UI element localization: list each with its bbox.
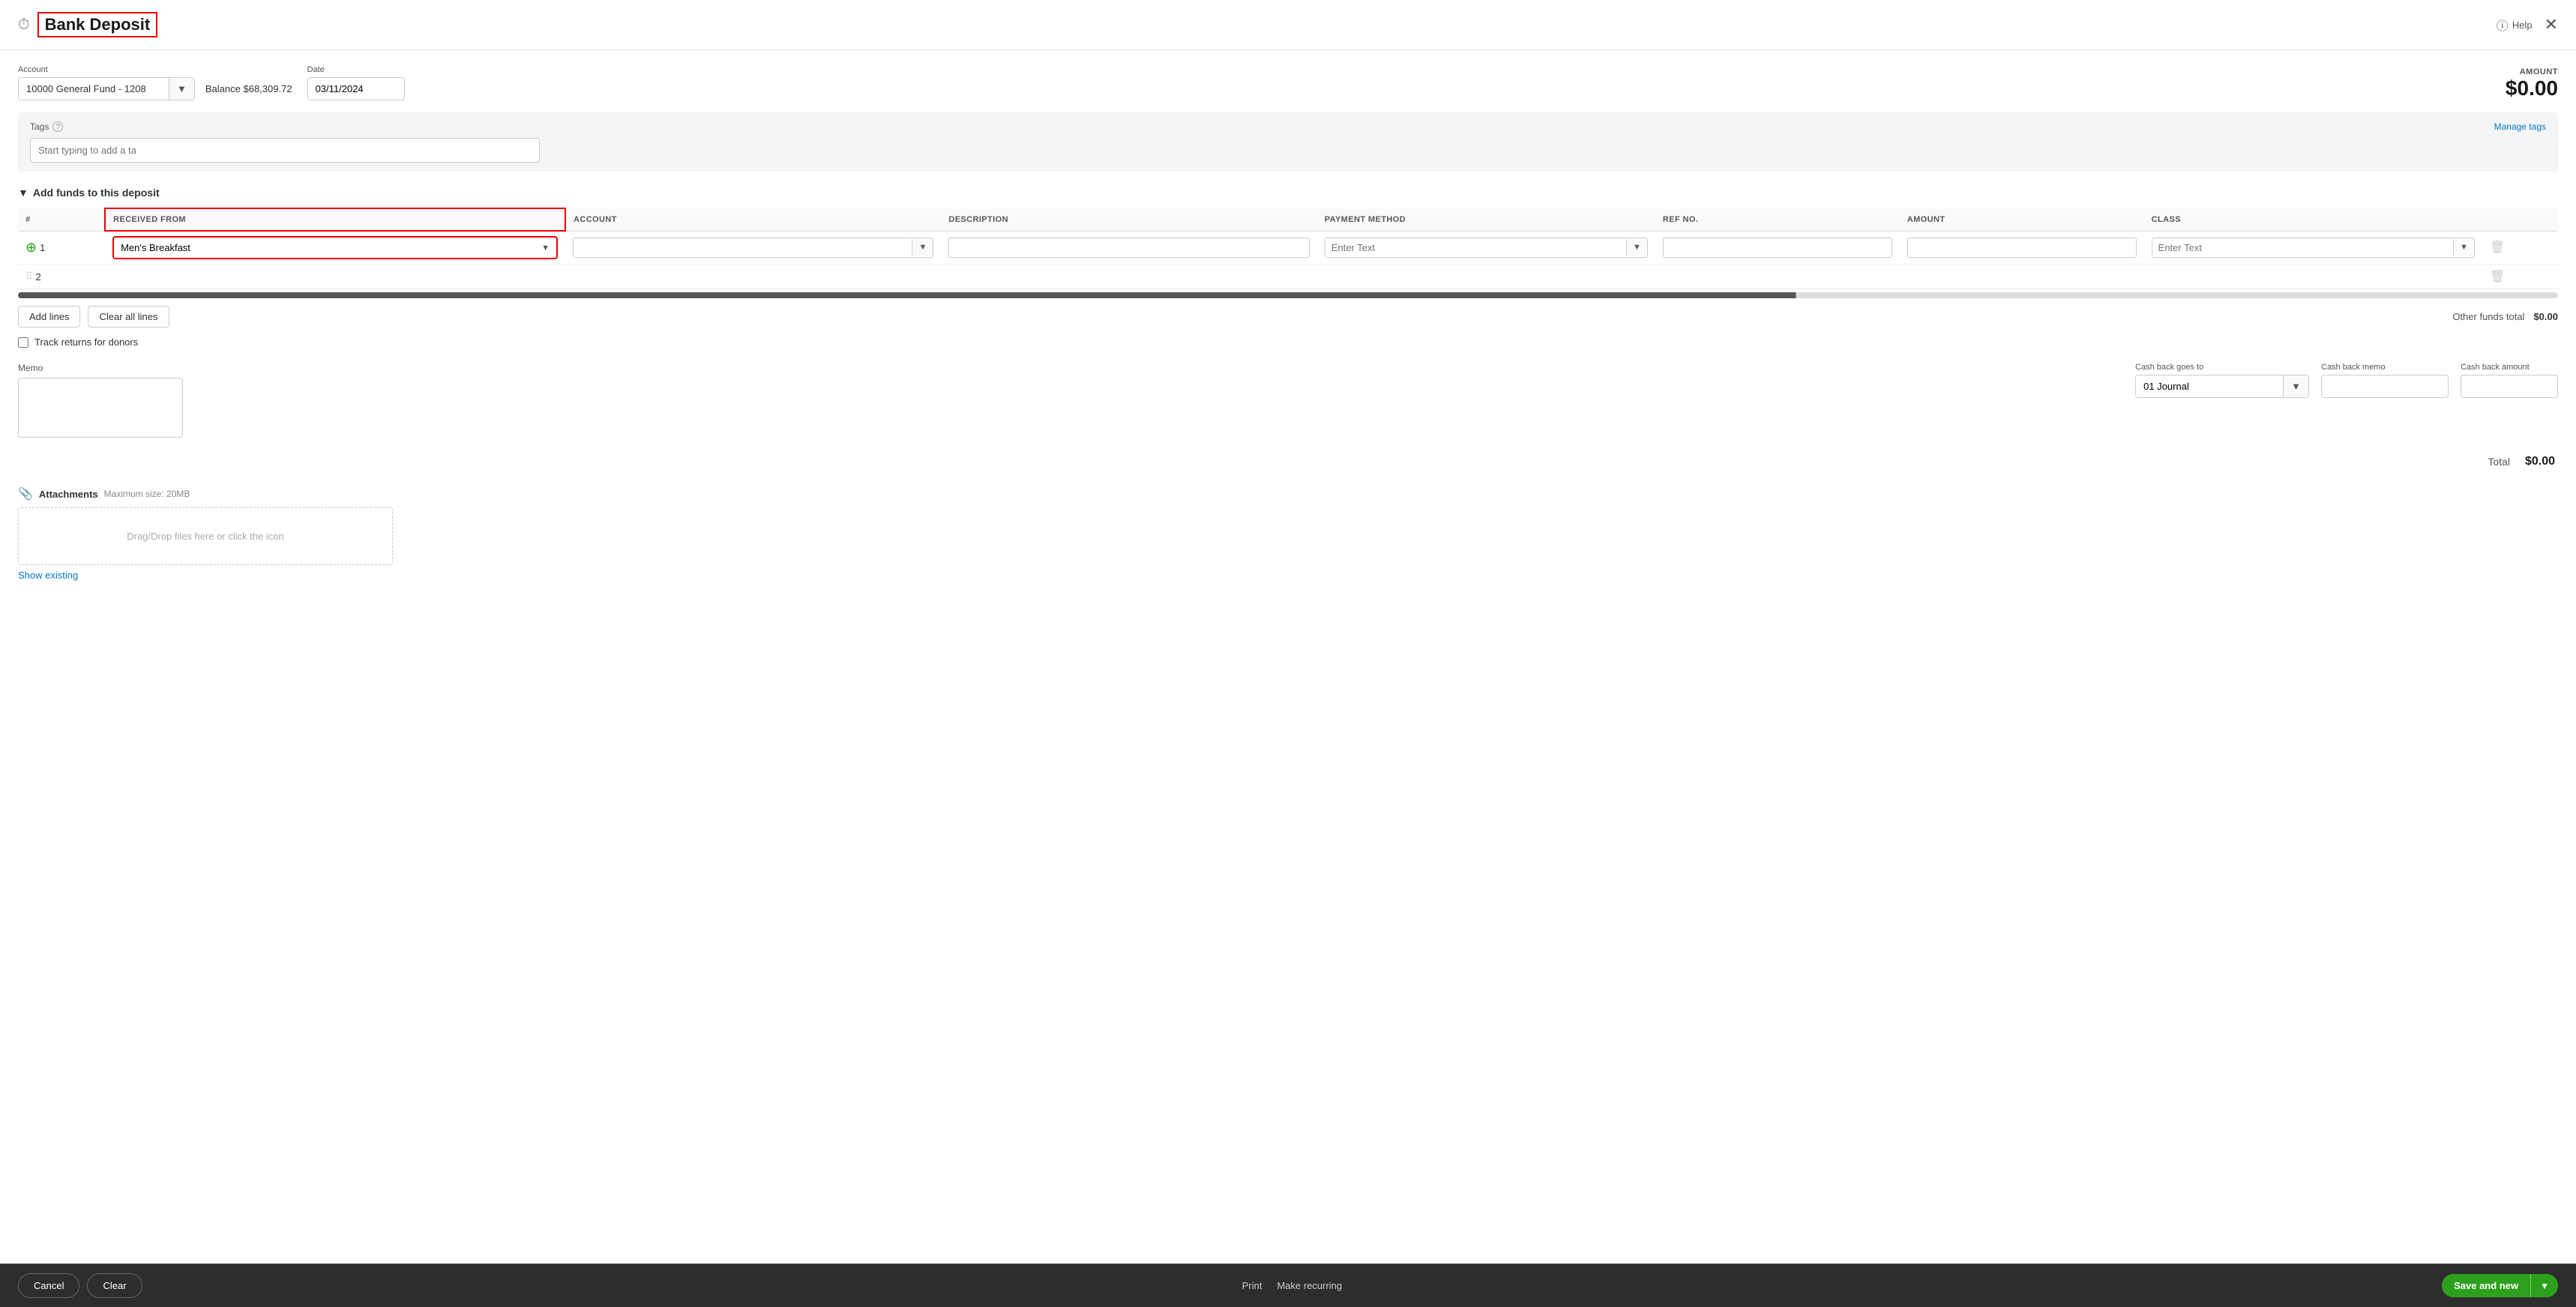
amount-value: $0.00 [2506, 76, 2558, 100]
row-number: 1 [40, 242, 45, 253]
other-funds-total-value: $0.00 [2533, 311, 2558, 322]
cancel-button[interactable]: Cancel [18, 1273, 79, 1298]
add-funds-title: Add funds to this deposit [33, 187, 160, 199]
collapse-arrow[interactable]: ▼ [18, 187, 28, 199]
attachments-max-size: Maximum size: 20MB [104, 489, 190, 499]
account-input-row1[interactable] [574, 238, 912, 257]
save-and-new-button-group[interactable]: Save and new ▼ [2442, 1274, 2558, 1297]
cash-back-memo-label: Cash back memo [2321, 363, 2449, 372]
total-amount: $0.00 [2525, 455, 2555, 468]
other-funds-total-label: Other funds total [2452, 311, 2524, 322]
table-scrollbar[interactable] [18, 292, 2558, 298]
col-header-payment-method: PAYMENT METHOD [1317, 208, 1655, 231]
account-dropdown-row1[interactable]: ▼ [912, 239, 933, 256]
manage-tags-link[interactable]: Manage tags [2494, 121, 2546, 132]
cash-back-amount-input[interactable] [2461, 375, 2558, 398]
cash-back-goes-to-arrow[interactable]: ▼ [2283, 375, 2308, 397]
memo-input[interactable] [18, 378, 183, 438]
track-returns-checkbox[interactable] [18, 337, 28, 348]
class-cell-row1[interactable]: ▼ [2152, 238, 2475, 258]
attachments-label: Attachments [39, 489, 98, 500]
payment-method-dropdown-row1[interactable]: ▼ [1626, 239, 1647, 256]
print-button[interactable]: Print [1242, 1280, 1263, 1291]
ref-no-input-row1[interactable] [1663, 238, 1892, 258]
memo-label: Memo [18, 363, 183, 373]
save-and-new-dropdown-button[interactable]: ▼ [2531, 1274, 2558, 1297]
close-button[interactable]: ✕ [2545, 15, 2558, 34]
save-and-new-button[interactable]: Save and new [2442, 1274, 2530, 1297]
drop-zone-text: Drag/Drop files here or click the icon [127, 531, 284, 542]
show-existing-link[interactable]: Show existing [18, 570, 78, 581]
drag-handle-row2[interactable]: ⠿ [25, 271, 33, 283]
amount-label: AMOUNT [2506, 67, 2558, 76]
tags-label: Tags [30, 121, 49, 132]
add-row-button[interactable]: ⊕ [25, 240, 37, 256]
col-header-amount: AMOUNT [1900, 208, 2144, 231]
account-input[interactable] [19, 78, 169, 100]
make-recurring-button[interactable]: Make recurring [1277, 1280, 1342, 1291]
cash-back-goes-to-input[interactable] [2136, 375, 2283, 397]
help-button[interactable]: ⓘ Help [2497, 16, 2533, 34]
account-cell-row1[interactable]: ▼ [573, 238, 933, 258]
track-returns-label: Track returns for donors [34, 336, 138, 348]
account-label: Account [18, 65, 292, 74]
description-input-row1[interactable] [948, 238, 1309, 258]
received-from-cell: ▼ [112, 236, 558, 259]
col-header-class: CLASS [2144, 208, 2482, 231]
tags-input[interactable] [30, 138, 540, 163]
account-balance: Balance $68,309.72 [205, 83, 292, 94]
col-header-num: # [18, 208, 105, 231]
account-select[interactable]: ▼ [18, 77, 195, 100]
class-input-row1[interactable] [2152, 238, 2453, 257]
cash-back-goes-to-label: Cash back goes to [2135, 363, 2309, 372]
col-header-account: ACCOUNT [565, 208, 941, 231]
table-row: ⊕ 1 ▼ [18, 231, 2558, 265]
cash-back-memo-input[interactable] [2321, 375, 2449, 398]
clear-button[interactable]: Clear [87, 1273, 142, 1298]
payment-method-input-row1[interactable] [1325, 238, 1626, 257]
row-number: 2 [36, 271, 41, 283]
date-input[interactable] [307, 77, 405, 100]
col-header-ref-no: REF NO. [1655, 208, 1900, 231]
cash-back-amount-label: Cash back amount [2461, 363, 2558, 372]
col-header-received-from: RECEIVED FROM [105, 208, 565, 231]
col-header-description: DESCRIPTION [941, 208, 1316, 231]
table-row: ⠿ 2 🗑 [18, 265, 2558, 289]
cash-back-goes-to-select[interactable]: ▼ [2135, 375, 2309, 398]
class-dropdown-row1[interactable]: ▼ [2453, 239, 2474, 256]
clear-all-lines-button[interactable]: Clear all lines [88, 306, 169, 327]
received-from-dropdown-row1[interactable]: ▼ [535, 240, 556, 256]
paperclip-icon: 📎 [18, 486, 33, 501]
amount-input-row1[interactable] [1907, 238, 2137, 258]
attachments-drop-zone[interactable]: Drag/Drop files here or click the icon [18, 507, 393, 565]
page-title: Bank Deposit [37, 12, 158, 37]
date-label: Date [307, 65, 405, 74]
tags-info-icon[interactable]: ? [52, 121, 63, 132]
account-dropdown-arrow[interactable]: ▼ [169, 78, 194, 100]
add-lines-button[interactable]: Add lines [18, 306, 80, 327]
total-label: Total [2488, 456, 2510, 468]
received-from-input-row1[interactable] [115, 238, 535, 257]
help-label: Help [2512, 19, 2533, 31]
col-header-delete [2482, 208, 2558, 231]
clock-icon: ⏱ [18, 16, 30, 34]
help-circle-icon: ⓘ [2497, 16, 2509, 34]
payment-method-cell-row1[interactable]: ▼ [1325, 238, 1648, 258]
delete-row2-button[interactable]: 🗑 [2490, 269, 2505, 284]
delete-row1-button[interactable]: 🗑 [2490, 240, 2505, 255]
